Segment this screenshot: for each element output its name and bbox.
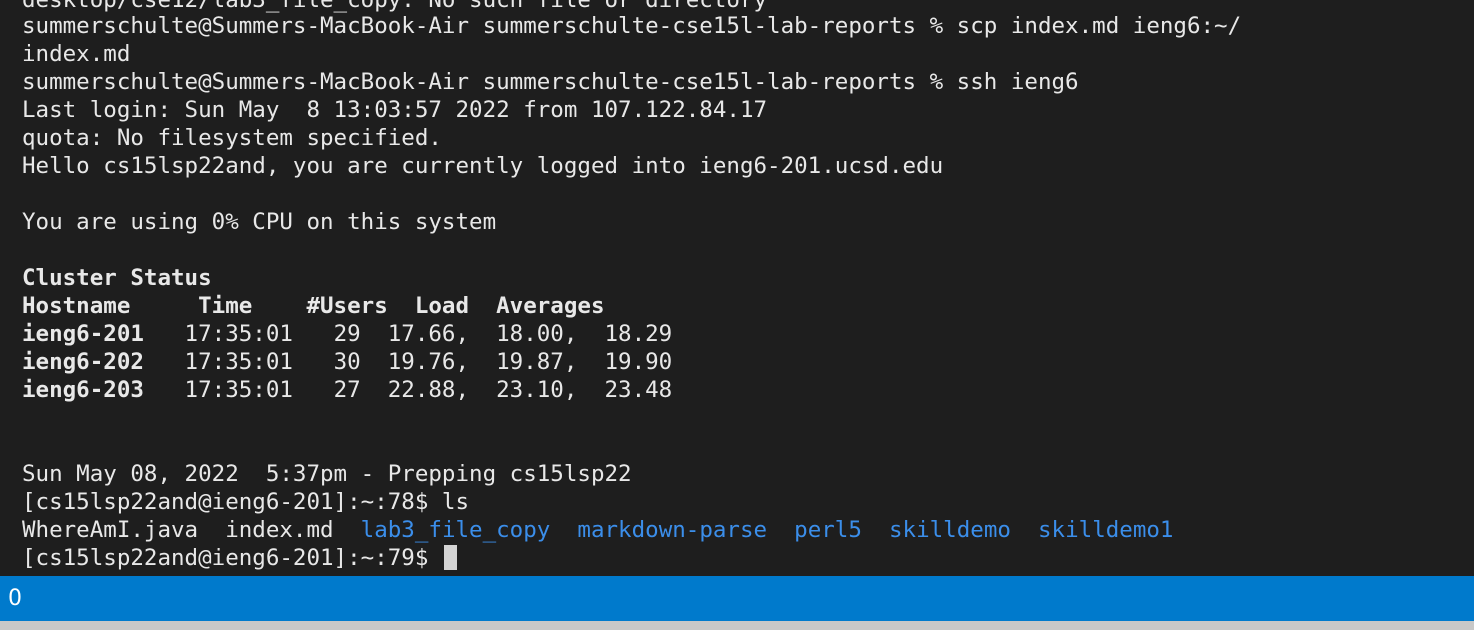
terminal-line: index.md [22,41,131,67]
status-bar-text[interactable]: 0 [8,576,22,621]
bottom-divider [0,621,1474,630]
terminal-line: summerschulte@Summers-MacBook-Air summer… [22,69,1079,95]
directory-entry: lab3_file_copy [360,517,551,543]
cluster-row-values: 17:35:01 27 22.88, 23.10, 23.48 [143,377,673,403]
directory-entry: skilldemo1 [1038,517,1174,543]
prompt-line[interactable]: [cs15lsp22and@ieng6-201]:~:79$ [22,544,457,572]
cluster-row: ieng6-202 17:35:01 30 19.76, 19.87, 19.9… [22,348,672,376]
file-entry: WhereAmI.java [22,517,199,543]
terminal-line: Last login: Sun May 8 13:03:57 2022 from… [22,97,768,123]
terminal-line: summerschulte@Summers-MacBook-Air summer… [22,13,1242,39]
cluster-hostname: ieng6-203 [22,377,144,403]
status-bar: 0 [0,576,1474,621]
cluster-row-values: 17:35:01 29 17.66, 18.00, 18.29 [143,321,673,347]
cluster-table-header: Hostname Time #Users Load Averages [22,293,605,319]
directory-entry: skilldemo [889,517,1011,543]
terminal-line: You are using 0% CPU on this system [22,209,497,235]
directory-entry: markdown-parse [577,517,768,543]
terminal-line: [cs15lsp22and@ieng6-201]:~:78$ ls [22,489,470,515]
cluster-row-values: 17:35:01 30 19.76, 19.87, 19.90 [143,349,673,375]
cluster-row: ieng6-201 17:35:01 29 17.66, 18.00, 18.2… [22,320,672,348]
prompt-text: [cs15lsp22and@ieng6-201]:~:79$ [22,545,442,571]
cluster-status-title: Cluster Status [22,265,212,291]
cluster-row: ieng6-203 17:35:01 27 22.88, 23.10, 23.4… [22,376,672,404]
terminal-line: Hello cs15lsp22and, you are currently lo… [22,153,944,179]
ls-output-line: WhereAmI.java index.md lab3_file_copy ma… [22,516,1173,544]
file-entry: index.md [225,517,334,543]
cursor-block [443,545,457,570]
terminal-line: quota: No filesystem specified. [22,125,442,151]
cluster-hostname: ieng6-202 [22,349,144,375]
directory-entry: perl5 [794,517,862,543]
terminal-panel[interactable]: desktop/cse12/lab3_file_copy: No such fi… [0,0,1474,576]
cluster-hostname: ieng6-201 [22,321,144,347]
terminal-line: Sun May 08, 2022 5:37pm - Prepping cs15l… [22,461,632,487]
